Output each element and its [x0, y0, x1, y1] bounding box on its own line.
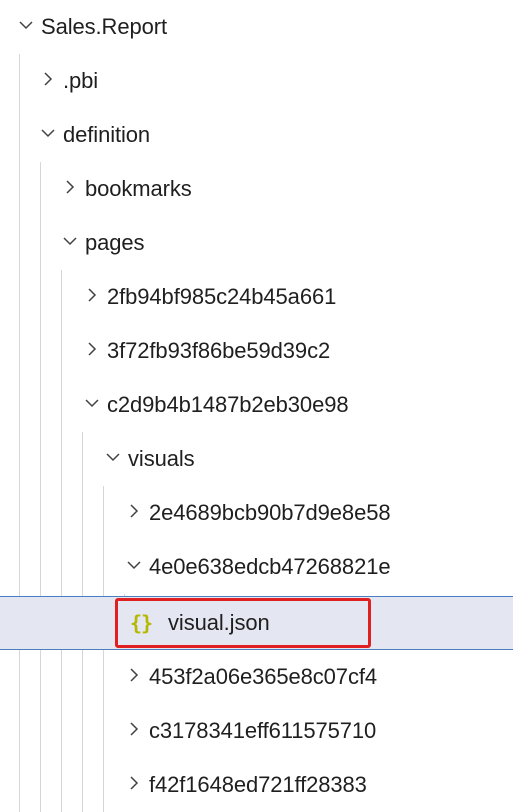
tree-item-visual-folder[interactable]: c3178341eff611575710 — [0, 704, 513, 758]
tree-item-definition[interactable]: definition — [0, 108, 513, 162]
chevron-down-icon — [105, 449, 121, 465]
tree-item-visual-folder[interactable]: 4e0e638edcb47268821e — [0, 540, 513, 594]
tree-item-label: c3178341eff611575710 — [149, 718, 377, 743]
tree-item-label: f42f1648ed721ff28383 — [149, 772, 367, 797]
tree-item-label: 2fb94bf985c24b45a661 — [107, 284, 337, 309]
json-braces-icon: {} — [130, 611, 153, 635]
tree-item-page-folder[interactable]: c2d9b4b1487b2eb30e98 — [0, 378, 513, 432]
tree-item-sales-report[interactable]: Sales.Report — [0, 0, 513, 54]
tree-item-label: 4e0e638edcb47268821e — [149, 554, 391, 579]
chevron-right-icon — [84, 341, 100, 357]
chevron-right-icon — [40, 71, 56, 87]
chevron-right-icon — [126, 721, 142, 737]
chevron-right-icon — [62, 179, 78, 195]
tree-item-label: .pbi — [63, 68, 99, 93]
explorer-tree: Sales.Report .pbi definition bookmarks p… — [0, 0, 513, 812]
tree-item-visual-folder[interactable]: 453f2a06e365e8c07cf4 — [0, 650, 513, 704]
tree-item-label: definition — [63, 122, 151, 147]
tree-item-label: 2e4689bcb90b7d9e8e58 — [149, 500, 391, 525]
tree-item-pbi[interactable]: .pbi — [0, 54, 513, 108]
tree-item-label: 453f2a06e365e8c07cf4 — [149, 664, 377, 689]
tree-item-label: bookmarks — [85, 176, 192, 201]
chevron-right-icon — [126, 503, 142, 519]
chevron-right-icon — [126, 775, 142, 791]
tree-item-label: Sales.Report — [41, 14, 167, 39]
chevron-right-icon — [84, 287, 100, 303]
tree-item-page-folder[interactable]: 3f72fb93f86be59d39c2 — [0, 324, 513, 378]
tree-item-label: visuals — [128, 446, 195, 471]
tree-item-visual-folder[interactable]: f42f1648ed721ff28383 — [0, 758, 513, 812]
tree-item-label: visual.json — [168, 610, 270, 635]
tree-item-label: c2d9b4b1487b2eb30e98 — [107, 392, 349, 417]
chevron-down-icon — [18, 17, 34, 33]
chevron-down-icon — [84, 395, 100, 411]
chevron-down-icon — [62, 233, 78, 249]
chevron-down-icon — [40, 125, 56, 141]
tree-item-visual-json[interactable]: {} visual.json — [0, 596, 513, 650]
tree-item-visuals[interactable]: visuals — [0, 432, 513, 486]
chevron-down-icon — [126, 557, 142, 573]
tree-item-bookmarks[interactable]: bookmarks — [0, 162, 513, 216]
tree-item-visual-folder[interactable]: 2e4689bcb90b7d9e8e58 — [0, 486, 513, 540]
tree-item-pages[interactable]: pages — [0, 216, 513, 270]
chevron-right-icon — [126, 667, 142, 683]
tree-item-page-folder[interactable]: 2fb94bf985c24b45a661 — [0, 270, 513, 324]
tree-item-label: 3f72fb93f86be59d39c2 — [107, 338, 331, 363]
tree-item-label: pages — [85, 230, 145, 255]
